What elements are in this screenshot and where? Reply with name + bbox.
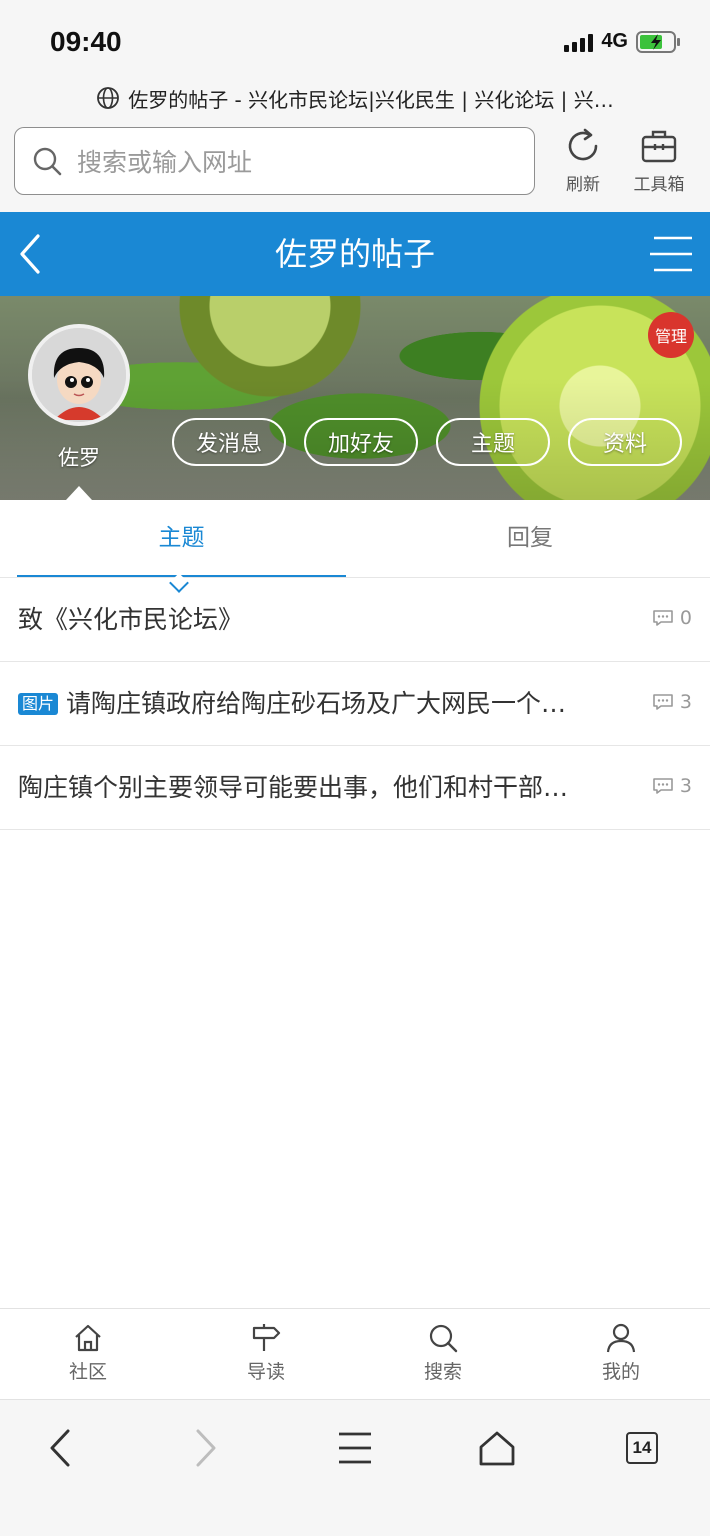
page-title: 佐罗的帖子 [274,235,435,273]
browser-home-button[interactable] [467,1424,527,1472]
signpost-icon [252,1324,281,1351]
profile-info-button[interactable]: 资料 [568,418,682,466]
add-friend-button[interactable]: 加好友 [304,418,418,466]
globe-icon [97,87,120,109]
back-arrow-icon [50,1429,70,1467]
nav-community-label: 社区 [68,1361,107,1383]
thread-title: 陶庄镇个别主要领导可能要出事，他们和村干部… [18,773,569,802]
nav-guide-label: 导读 [246,1361,285,1383]
browser-tabs-button[interactable]: 14 [612,1424,672,1472]
tab-replies[interactable]: 回复 [370,500,690,578]
thread-title: 致《兴化市民论坛》 [18,605,244,634]
home-icon [479,1431,515,1466]
browser-menu-button[interactable] [325,1424,385,1472]
refresh-label: 刷新 [566,175,600,195]
refresh-button[interactable]: 刷新 [548,126,618,195]
status-time: 09:40 [50,26,122,57]
user-icon [606,1323,636,1353]
page-url-title[interactable]: 佐罗的帖子 - 兴化市民论坛|兴化民生 | 兴化论坛 | 兴… [0,80,710,116]
nav-mine-label: 我的 [601,1361,640,1383]
profile-banner: 佐罗 管理 发消息 加好友 主题 资料 [0,296,710,500]
app-header: 佐罗的帖子 [0,212,710,296]
address-bar[interactable]: 搜索或输入网址 [14,127,535,195]
tab-count-icon: 14 [626,1432,658,1464]
page-title-text: 佐罗的帖子 - 兴化市民论坛|兴化民生 | 兴化论坛 | 兴… [128,87,614,112]
signal-icon [564,32,594,52]
search-icon [33,147,62,176]
reply-count: 3 [652,775,692,797]
menu-icon[interactable] [648,234,694,274]
tab-topics[interactable]: 主题 [17,500,346,578]
image-tag-badge: 图片 [18,693,59,715]
nav-mine[interactable]: 我的 [571,1323,671,1384]
app-bottom-nav: 社区 导读 搜索 我的 [0,1308,710,1400]
reply-count: 3 [652,691,692,713]
search-icon [429,1324,458,1353]
thread-title: 图片 请陶庄镇政府给陶庄砂石场及广大网民一个… [18,662,566,746]
manage-badge[interactable]: 管理 [648,312,694,358]
toolbox-button[interactable]: 工具箱 [624,126,694,195]
battery-icon [636,30,680,53]
home-icon [75,1324,101,1352]
browser-back-button[interactable] [30,1424,90,1472]
comment-icon [653,778,673,794]
refresh-icon [568,128,598,161]
profile-username: 佐罗 [58,446,100,470]
nav-search-label: 搜索 [423,1361,462,1383]
comment-icon [653,610,673,626]
thread-item[interactable]: 陶庄镇个别主要领导可能要出事，他们和村干部… 3 [0,746,710,830]
forward-arrow-icon [196,1429,216,1467]
status-indicators: 4G [564,30,682,53]
topics-button[interactable]: 主题 [436,418,550,466]
address-placeholder: 搜索或输入网址 [77,148,253,177]
post-tabs: 主题 回复 [0,500,710,593]
send-message-button[interactable]: 发消息 [172,418,286,466]
comment-icon [653,694,673,710]
status-bar: 09:40 4G [0,0,710,80]
back-icon[interactable] [14,230,54,278]
nav-search[interactable]: 搜索 [393,1323,493,1384]
avatar-face-icon [32,328,126,422]
thread-item[interactable]: 致《兴化市民论坛》 0 [0,578,710,662]
network-type: 4G [601,30,628,52]
banner-notch [66,486,92,500]
thread-item[interactable]: 图片 请陶庄镇政府给陶庄砂石场及广大网民一个… 3 [0,662,710,746]
browser-forward-button[interactable] [176,1424,236,1472]
nav-community[interactable]: 社区 [38,1323,138,1384]
toolbox-icon [641,130,677,163]
menu-icon [339,1432,371,1464]
browser-toolbar: 搜索或输入网址 刷新 工具箱 [0,116,710,212]
browser-bottom-bar: 14 [0,1400,710,1536]
toolbox-label: 工具箱 [633,175,685,195]
reply-count: 0 [652,607,692,629]
avatar[interactable] [28,324,130,426]
nav-guide[interactable]: 导读 [216,1323,316,1384]
